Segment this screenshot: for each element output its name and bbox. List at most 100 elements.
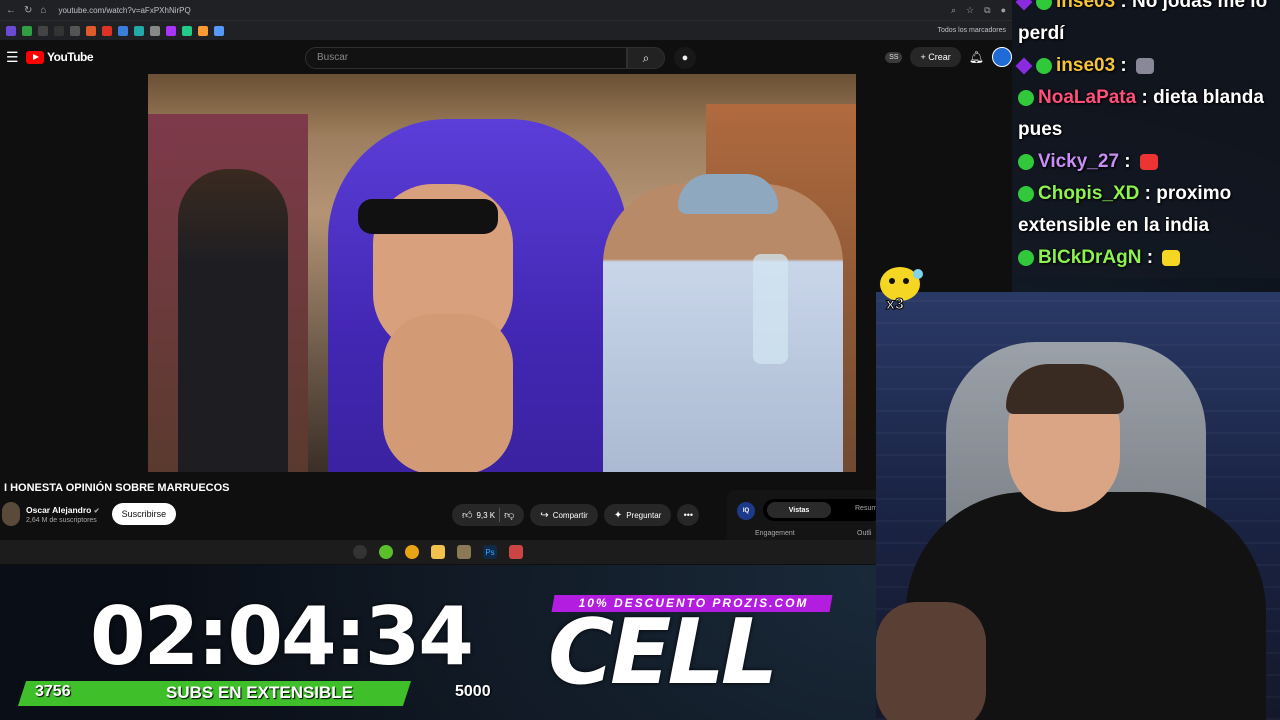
panel-tabs: Vistas Resum [763, 499, 883, 521]
bookmark-icon[interactable] [118, 25, 128, 36]
webcam-feed [876, 292, 1280, 720]
bookmark-star-icon[interactable]: ☆ [966, 5, 974, 16]
browser-toolbar: ← ↻ ⌂ youtube.com/watch?v=aFxPXhNirPQ ⌕ … [0, 0, 1012, 20]
browser-window: ← ↻ ⌂ youtube.com/watch?v=aFxPXhNirPQ ⌕ … [0, 0, 1012, 565]
microphone-icon: ● [681, 52, 689, 64]
channel-info: Oscar Alejandro ✔ 2,64 M de suscriptores [26, 505, 100, 524]
bookmark-icon[interactable] [198, 25, 208, 36]
like-count[interactable]: 9,3 K [476, 511, 495, 520]
back-icon[interactable]: ← [6, 5, 16, 16]
bookmark-icon[interactable] [166, 25, 176, 36]
video-scene-cap [678, 174, 778, 214]
folder-icon[interactable] [431, 545, 445, 559]
bookmark-icon[interactable] [86, 25, 96, 36]
notifications-icon[interactable]: 🔔︎ [969, 50, 984, 64]
bookmark-icon[interactable] [214, 25, 224, 36]
share-button[interactable]: ↪ Compartir [530, 504, 598, 526]
chat-username: Chopis_XD [1038, 183, 1140, 204]
youtube-logo[interactable]: YouTube [26, 50, 94, 64]
ask-label: Preguntar [626, 510, 662, 520]
video-player[interactable] [148, 74, 856, 472]
cat-emote-icon [1136, 57, 1155, 74]
bookmarks-bar: Todos los marcadores [0, 20, 1012, 40]
avatar[interactable] [992, 47, 1012, 67]
analytics-panel: IQ Vistas Resum Engagement Outli [727, 490, 887, 546]
channel-avatar[interactable] [2, 502, 20, 526]
bookmark-icon[interactable] [6, 25, 16, 36]
youtube-logo-text: YouTube [47, 50, 94, 64]
subscribe-button[interactable]: Suscribirse [111, 503, 177, 525]
app-green-icon[interactable] [379, 545, 393, 559]
chat-username: NoaLaPata [1038, 87, 1137, 108]
bookmark-icon[interactable] [54, 25, 64, 36]
mascot-multiplier: x3 [886, 296, 904, 312]
chat-username: inse03 [1056, 55, 1116, 76]
engagement-label[interactable]: Engagement [755, 530, 795, 537]
sub-badge-icon [1018, 185, 1034, 202]
chat-message: inse03 : [1015, 50, 1280, 82]
chat-message: Vicky_27 : [1018, 146, 1280, 178]
os-taskbar: Ps [0, 540, 876, 564]
streamer-arm [876, 602, 986, 720]
pikachu-emote-icon [1162, 249, 1181, 266]
chrome-icon[interactable] [405, 545, 419, 559]
extensions-icon[interactable]: ⧉ [984, 5, 990, 16]
iq-icon[interactable]: IQ [737, 502, 755, 520]
youtube-play-icon [26, 50, 44, 64]
header-actions: SS + Crear 🔔︎ [885, 47, 1012, 67]
prime-badge-icon [1015, 0, 1033, 11]
zoom-icon[interactable]: ⌕ [951, 5, 956, 16]
chat-message: Chopis_XD : proximo extensible en la ind… [1018, 178, 1280, 242]
tab-resumen[interactable]: Resum [855, 505, 877, 512]
video-scene-guide [603, 184, 843, 472]
photoshop-icon[interactable]: Ps [483, 545, 497, 559]
outline-label[interactable]: Outli [857, 530, 871, 537]
sub-badge-icon [1018, 153, 1034, 170]
menu-icon[interactable]: ☰ [6, 49, 26, 66]
tab-vistas[interactable]: Vistas [767, 502, 831, 518]
chat-username: Vicky_27 [1038, 151, 1120, 172]
dislike-icon[interactable]: 👎︎ [504, 509, 514, 521]
address-bar[interactable]: youtube.com/watch?v=aFxPXhNirPQ [58, 6, 943, 15]
more-actions-button[interactable]: ••• [677, 504, 700, 526]
bookmarks-folder[interactable]: Todos los marcadores [938, 27, 1006, 34]
like-icon[interactable]: 👍︎ [462, 509, 472, 521]
bookmark-icon[interactable] [102, 25, 112, 36]
pikachu-mascot-icon: x3 [880, 267, 923, 312]
prime-badge-icon [1015, 57, 1033, 75]
create-label: Crear [928, 52, 951, 62]
chat-text: : [1115, 55, 1133, 76]
bookmark-icon[interactable] [182, 25, 192, 36]
ask-button[interactable]: ✦ Preguntar [603, 504, 672, 526]
bookmark-icon[interactable] [22, 25, 32, 36]
sub-badge-icon [1018, 249, 1034, 266]
channel-name[interactable]: Oscar Alejandro ✔ [26, 505, 100, 515]
reload-icon[interactable]: ↻ [24, 5, 32, 16]
goal-label: SUBS EN EXTENSIBLE [166, 683, 354, 702]
create-button[interactable]: + Crear [910, 47, 961, 67]
ss-badge[interactable]: SS [885, 51, 903, 63]
goal-max: 5000 [455, 683, 491, 700]
home-icon[interactable]: ⌂ [40, 5, 46, 16]
app-icon[interactable] [457, 545, 471, 559]
sub-badge-icon [1018, 89, 1034, 106]
channel-row: Oscar Alejandro ✔ 2,64 M de suscriptores… [2, 502, 177, 526]
chat-username: BlCkDrAgN [1038, 247, 1142, 268]
bookmark-icon[interactable] [150, 25, 160, 36]
bookmark-icon[interactable] [134, 25, 144, 36]
chat-overlay: inse03 : No jodas me lo perdí inse03 : N… [1012, 0, 1280, 278]
bookmark-icon[interactable] [38, 25, 48, 36]
search-input[interactable]: Buscar [305, 47, 627, 69]
sub-badge-icon [1036, 57, 1052, 74]
voice-search-button[interactable]: ● [674, 47, 696, 69]
obs-icon[interactable] [353, 545, 367, 559]
share-label: Compartir [552, 510, 588, 520]
search-button[interactable]: ⌕ [627, 47, 665, 69]
video-scene-person [178, 169, 288, 472]
app-icon[interactable] [509, 545, 523, 559]
profile-icon[interactable]: ● [1001, 5, 1006, 16]
cell-brand-logo: CELL [548, 600, 778, 705]
chat-message: NoaLaPata : dieta blanda pues [1018, 82, 1280, 146]
bookmark-icon[interactable] [70, 25, 80, 36]
sub-badge-icon [1036, 0, 1052, 10]
